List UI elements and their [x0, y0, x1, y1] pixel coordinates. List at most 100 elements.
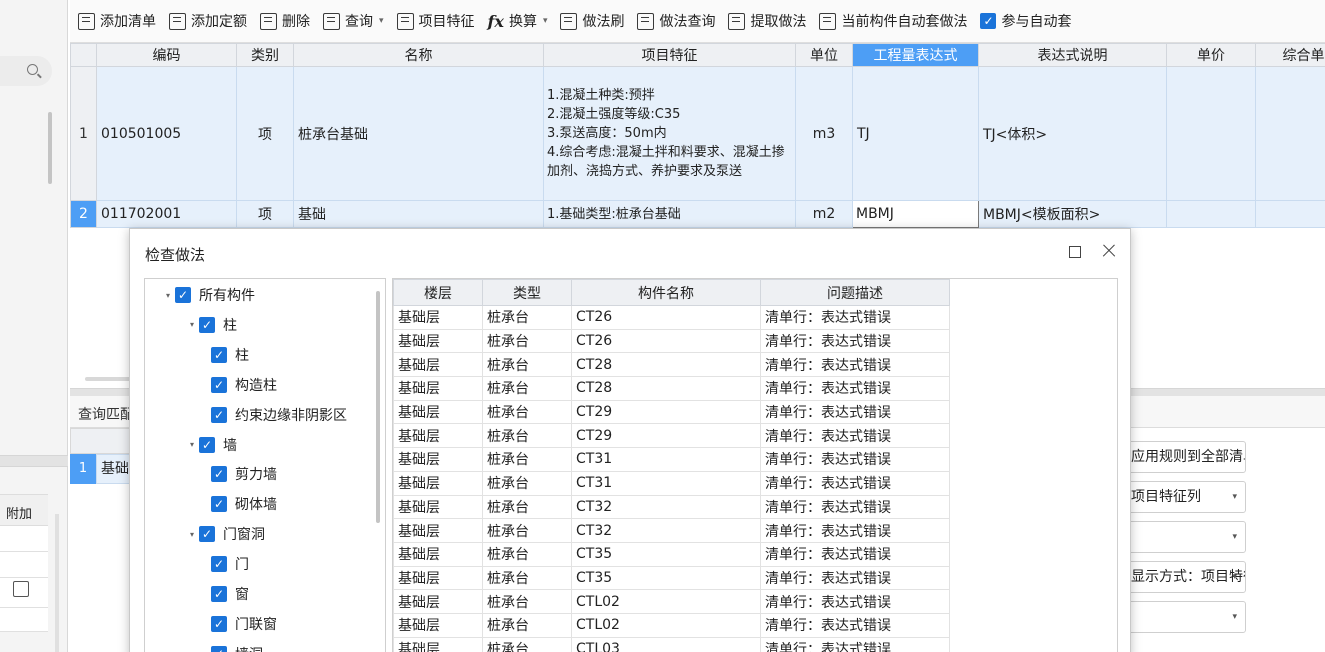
tab-query-match[interactable]: 查询匹配 [78, 404, 134, 424]
type-cell[interactable]: 项 [236, 200, 294, 228]
tree-scrollbar[interactable] [376, 291, 380, 523]
component-name-cell[interactable]: CT29 [571, 399, 761, 425]
problem-cell[interactable]: 清单行：表达式错误 [760, 447, 950, 472]
tree-node[interactable]: ✓ 剪力墙 [211, 464, 277, 484]
component-name-cell[interactable]: CT35 [571, 541, 761, 567]
component-name-cell[interactable]: CTL03 [571, 636, 761, 652]
component-name-cell[interactable]: CT28 [571, 352, 761, 378]
tree-node[interactable]: ✓ 窗 [211, 584, 249, 604]
tree-node[interactable]: ✓ 门联窗 [211, 614, 277, 634]
checkbox-checked-icon[interactable]: ✓ [175, 287, 191, 303]
component-name-cell[interactable]: CT32 [571, 494, 761, 520]
floor-cell[interactable]: 基础层 [393, 612, 483, 638]
checkbox-checked-icon[interactable]: ✓ [211, 556, 227, 573]
chevron-down-icon[interactable]: ▾ [1232, 482, 1237, 512]
toolbar-button-6[interactable]: fx 换算 ▾ [488, 11, 548, 31]
unit-cell[interactable]: m3 [795, 66, 853, 201]
list-item[interactable]: 基础层 桩承台 CT35 清单行：表达式错误 [393, 565, 950, 591]
bottom-row-cell[interactable]: 基础 [96, 454, 132, 484]
list-item[interactable]: 基础层 桩承台 CT26 清单行：表达式错误 [393, 328, 950, 354]
grid-header-8[interactable]: 单价 [1166, 43, 1256, 67]
chevron-down-icon[interactable]: ▾ [1232, 602, 1237, 632]
checkbox-checked-icon[interactable]: ✓ [211, 406, 227, 423]
left-row-checkbox[interactable] [13, 581, 29, 597]
type-cell[interactable]: 桩承台 [482, 305, 572, 330]
type-cell[interactable]: 桩承台 [482, 565, 572, 591]
composite-price-cell[interactable] [1255, 66, 1325, 201]
chevron-down-icon[interactable]: ▾ [185, 320, 199, 329]
problem-cell[interactable]: 清单行：表达式错误 [760, 494, 950, 520]
dropdown-5[interactable]: ▾ [1126, 601, 1246, 633]
toolbar-button-1[interactable]: 添加清单 [78, 11, 156, 31]
list-item[interactable]: 基础层 桩承台 CT32 清单行：表达式错误 [393, 518, 950, 543]
list-item[interactable]: 基础层 桩承台 CTL02 清单行：表达式错误 [393, 612, 950, 638]
type-cell[interactable]: 项 [236, 66, 294, 201]
dropdown-2[interactable]: 项目特征列 ▾ [1126, 481, 1246, 513]
checkbox-checked-icon[interactable]: ✓ [199, 526, 215, 543]
component-name-cell[interactable]: CT32 [571, 518, 761, 543]
list-item[interactable]: 基础层 桩承台 CT35 清单行：表达式错误 [393, 541, 950, 567]
maximize-icon[interactable] [1069, 246, 1081, 258]
close-icon[interactable] [1099, 241, 1119, 261]
chevron-down-icon[interactable]: ▾ [1232, 562, 1237, 592]
checkbox-checked-icon[interactable]: ✓ [211, 346, 227, 363]
feature-cell[interactable]: 1.基础类型:桩承台基础 [543, 200, 796, 228]
floor-cell[interactable]: 基础层 [393, 423, 483, 449]
tree-node[interactable]: ✓ 墙洞 [211, 644, 263, 652]
unit-cell[interactable]: m2 [795, 200, 853, 228]
tree-node[interactable]: ▾ ✓ 墙 [185, 435, 237, 455]
list-item[interactable]: 基础层 桩承台 CT28 清单行：表达式错误 [393, 376, 950, 401]
grid-header-3[interactable]: 名称 [293, 43, 544, 67]
floor-cell[interactable]: 基础层 [393, 565, 483, 591]
type-cell[interactable]: 桩承台 [482, 518, 572, 543]
type-cell[interactable]: 桩承台 [482, 636, 572, 652]
left-search-box[interactable] [0, 56, 52, 86]
type-cell[interactable]: 桩承台 [482, 352, 572, 378]
problem-cell[interactable]: 清单行：表达式错误 [760, 352, 950, 378]
floor-cell[interactable]: 基础层 [393, 352, 483, 378]
list-item[interactable]: 基础层 桩承台 CTL03 清单行：表达式错误 [393, 636, 950, 652]
component-name-cell[interactable]: CT26 [571, 305, 761, 330]
problem-cell[interactable]: 清单行：表达式错误 [760, 565, 950, 591]
grid-header-7[interactable]: 表达式说明 [978, 43, 1167, 67]
problem-cell[interactable]: 清单行：表达式错误 [760, 328, 950, 354]
tree-node[interactable]: ▾ ✓ 所有构件 [161, 285, 255, 305]
component-name-cell[interactable]: CT26 [571, 328, 761, 354]
toolbar-button-3[interactable]: 删除 [260, 11, 310, 31]
type-cell[interactable]: 桩承台 [482, 447, 572, 472]
left-splitter[interactable] [0, 455, 68, 467]
type-cell[interactable]: 桩承台 [482, 399, 572, 425]
search-icon[interactable] [27, 64, 38, 75]
dropdown-3[interactable]: ▾ [1126, 521, 1246, 553]
problem-cell[interactable]: 清单行：表达式错误 [760, 399, 950, 425]
problem-cell[interactable]: 清单行：表达式错误 [760, 518, 950, 543]
problem-cell[interactable]: 清单行：表达式错误 [760, 423, 950, 449]
feature-cell[interactable]: 1.混凝土种类:预拌 2.混凝土强度等级:C35 3.泵送高度：50m内 4.综合考虑… [543, 66, 796, 201]
list-header-1[interactable]: 楼层 [393, 279, 483, 306]
composite-price-cell[interactable] [1255, 200, 1325, 228]
component-name-cell[interactable]: CT28 [571, 376, 761, 401]
checkbox-checked-icon[interactable]: ✓ [211, 586, 227, 602]
problem-cell[interactable]: 清单行：表达式错误 [760, 541, 950, 567]
type-cell[interactable]: 桩承台 [482, 541, 572, 567]
row-number[interactable]: 2 [70, 200, 97, 228]
problem-cell[interactable]: 清单行：表达式错误 [760, 589, 950, 614]
checkbox-checked-icon[interactable]: ✓ [980, 13, 997, 29]
row-number[interactable]: 1 [70, 66, 97, 201]
list-item[interactable]: 基础层 桩承台 CT29 清单行：表达式错误 [393, 399, 950, 425]
toolbar-button-10[interactable]: 当前构件自动套做法 [819, 11, 967, 31]
chevron-down-icon[interactable]: ▾ [161, 291, 175, 300]
list-item[interactable]: 基础层 桩承台 CT31 清单行：表达式错误 [393, 470, 950, 496]
type-cell[interactable]: 桩承台 [482, 376, 572, 401]
left-vertical-scrollbar[interactable] [55, 514, 59, 652]
list-header-4[interactable]: 问题描述 [760, 279, 950, 306]
problem-cell[interactable]: 清单行：表达式错误 [760, 305, 950, 330]
checkbox-checked-icon[interactable]: ✓ [211, 496, 227, 513]
chevron-down-icon[interactable]: ▾ [379, 16, 384, 26]
tree-node[interactable]: ✓ 砌体墙 [211, 494, 277, 514]
name-cell[interactable]: 基础 [293, 200, 544, 228]
code-cell[interactable]: 010501005 [96, 66, 237, 201]
toolbar-button-9[interactable]: 提取做法 [728, 11, 806, 31]
list-item[interactable]: 基础层 桩承台 CT32 清单行：表达式错误 [393, 494, 950, 520]
floor-cell[interactable]: 基础层 [393, 518, 483, 543]
